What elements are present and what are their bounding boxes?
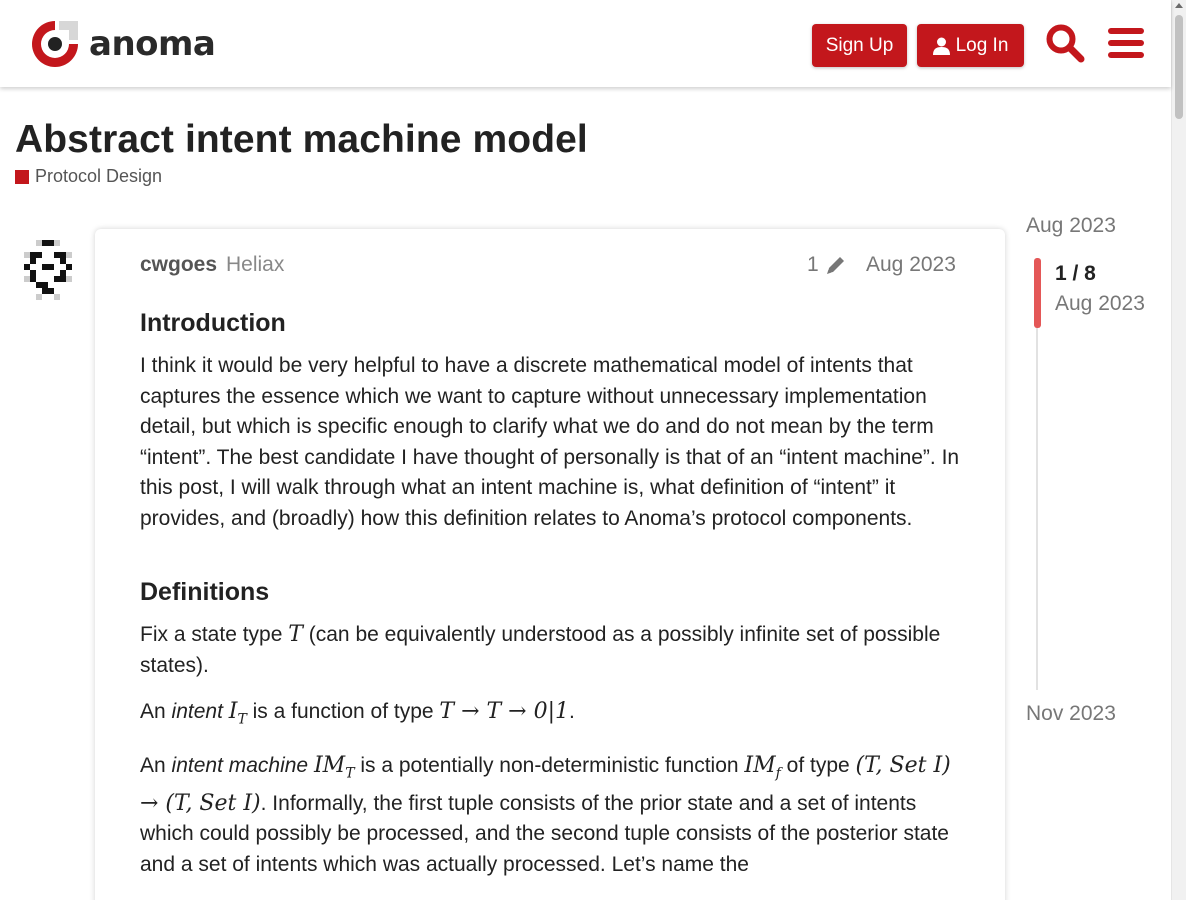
hamburger-menu-icon[interactable] bbox=[1105, 21, 1147, 65]
site-header: anoma Sign Up Log In bbox=[0, 0, 1171, 87]
author-avatar[interactable] bbox=[16, 235, 85, 304]
sign-up-button[interactable]: Sign Up bbox=[812, 24, 907, 67]
scrollbar[interactable] bbox=[1171, 0, 1186, 900]
pencil-icon bbox=[826, 257, 844, 274]
text-span: . Informally, the first tuple consists o… bbox=[140, 791, 949, 876]
scrollbar-thumb[interactable] bbox=[1175, 15, 1183, 119]
math-intent-type: T → T → 0|1 bbox=[439, 699, 569, 724]
search-icon[interactable] bbox=[1044, 21, 1086, 65]
definition-paragraph-state: Fix a state type T (can be equivalently … bbox=[140, 620, 960, 681]
text-span: . bbox=[569, 700, 575, 723]
author-group[interactable]: Heliax bbox=[226, 253, 284, 277]
text-span: Fix a state type bbox=[140, 623, 289, 646]
math-subscript: T bbox=[237, 711, 247, 728]
edit-count: 1 bbox=[807, 253, 819, 276]
text-span: is a function of type bbox=[246, 700, 440, 723]
anoma-logo-icon bbox=[32, 21, 78, 67]
category-name: Protocol Design bbox=[35, 166, 163, 186]
term-intent: intent bbox=[171, 700, 223, 723]
math-intent-machine-function: IMf bbox=[744, 752, 780, 781]
timeline-start-date[interactable]: Aug 2023 bbox=[1026, 214, 1116, 238]
category-color-icon bbox=[15, 169, 29, 184]
math-subscript: T bbox=[345, 765, 355, 782]
text-span: of type bbox=[780, 753, 856, 777]
section-heading-definitions: Definitions bbox=[140, 578, 270, 606]
edit-history[interactable]: 1 bbox=[807, 253, 847, 277]
post-body: Introduction I think it would be very he… bbox=[140, 307, 960, 896]
timeline-scroller-handle[interactable] bbox=[1034, 258, 1041, 328]
timeline-end-date[interactable]: Nov 2023 bbox=[1026, 702, 1116, 726]
text-span: An bbox=[140, 753, 172, 777]
math-intent: IT bbox=[229, 699, 247, 728]
intro-paragraph: I think it would be very helpful to have… bbox=[140, 354, 960, 530]
math-symbol: IM bbox=[744, 752, 776, 778]
definition-paragraph-intent-machine: An intent machine IMT is a potentially n… bbox=[140, 751, 960, 880]
author-username[interactable]: cwgoes bbox=[140, 253, 217, 277]
math-symbol: IM bbox=[313, 752, 346, 778]
timeline-position: 1 / 8 bbox=[1055, 262, 1096, 285]
definition-paragraph-intent: An intent IT is a function of type T → T… bbox=[140, 697, 960, 735]
log-in-label: Log In bbox=[955, 34, 1009, 56]
topic-title[interactable]: Abstract intent machine model bbox=[15, 118, 588, 162]
math-intent-machine: IMT bbox=[313, 752, 355, 782]
log-in-button[interactable]: Log In bbox=[917, 24, 1024, 67]
scroll-up-arrow-icon[interactable] bbox=[1175, 3, 1183, 8]
text-span: is a potentially non-deterministic funct… bbox=[354, 753, 745, 777]
term-intent-machine: intent machine bbox=[171, 753, 309, 777]
category-badge[interactable]: Protocol Design bbox=[15, 166, 162, 187]
section-heading-introduction: Introduction bbox=[140, 309, 286, 337]
math-state-type: T bbox=[288, 622, 303, 647]
user-icon bbox=[932, 37, 950, 55]
timeline-current-date: Aug 2023 bbox=[1055, 292, 1145, 315]
brand-name: anoma bbox=[89, 24, 216, 64]
post-card: cwgoes Heliax 1 Aug 2023 Introduction I … bbox=[95, 229, 1005, 900]
text-span: An bbox=[140, 700, 172, 723]
post-date[interactable]: Aug 2023 bbox=[866, 253, 956, 277]
site-logo[interactable]: anoma bbox=[29, 18, 216, 70]
